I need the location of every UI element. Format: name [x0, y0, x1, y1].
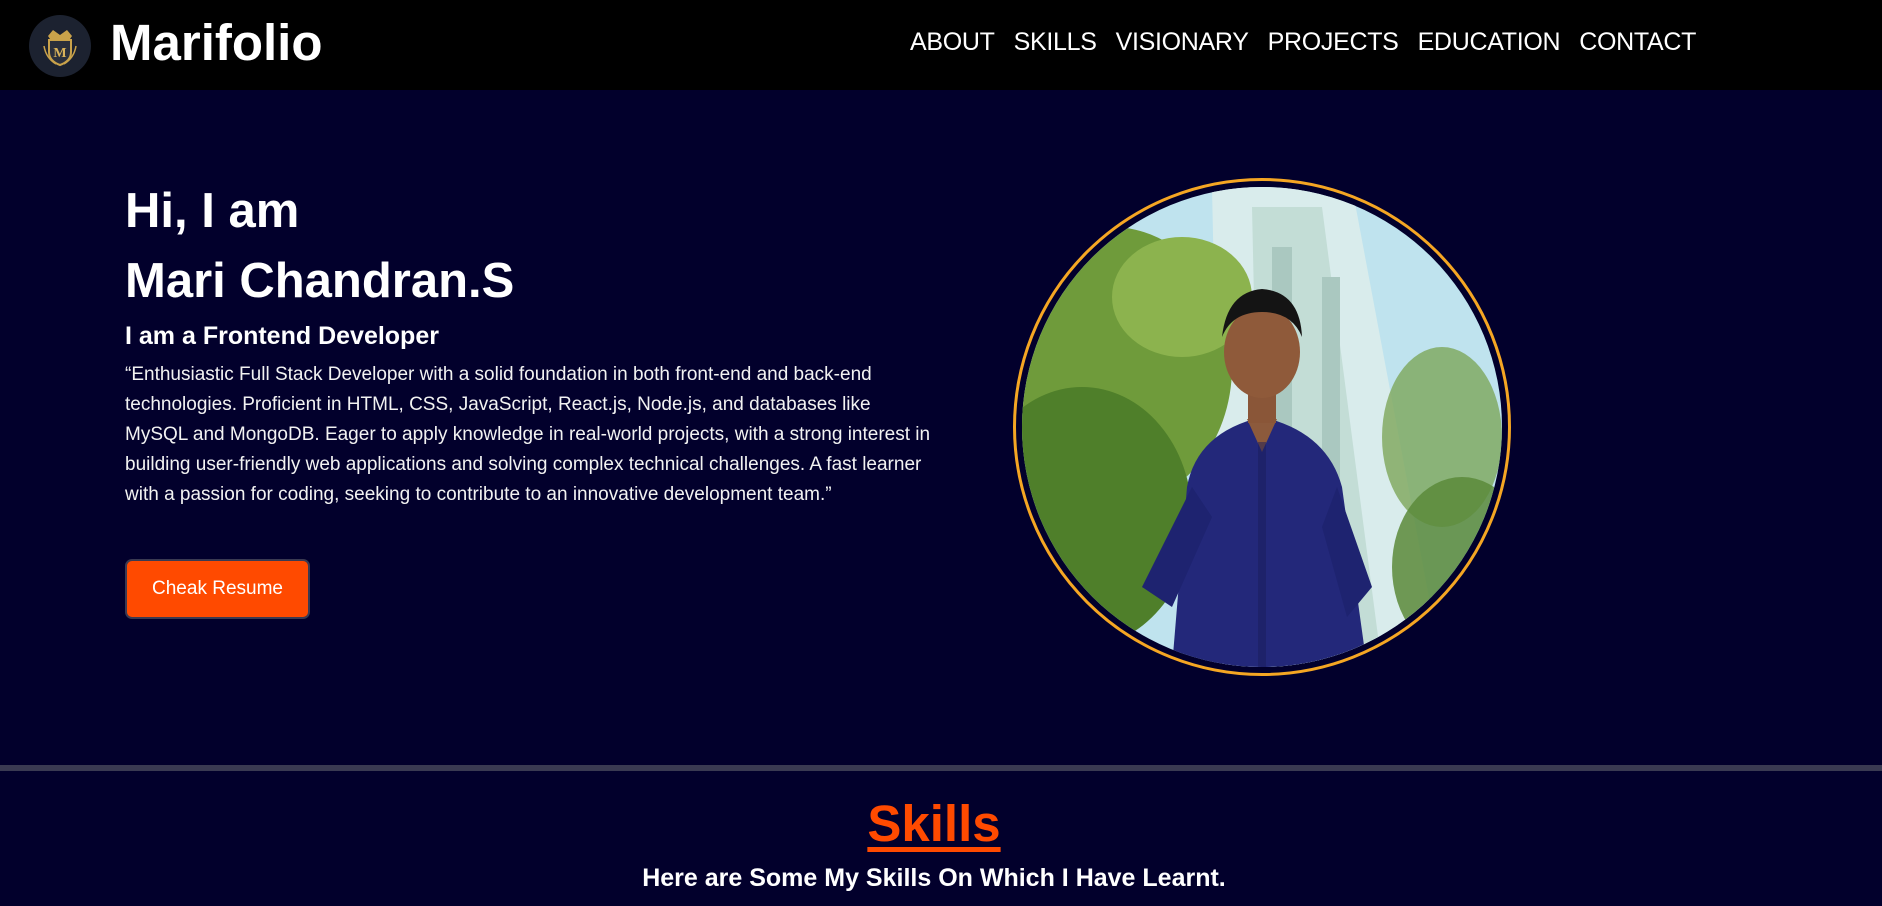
logo-badge[interactable]: M — [29, 15, 91, 77]
hero-role: I am a Frontend Developer — [125, 322, 439, 350]
skills-subtitle: Here are Some My Skills On Which I Have … — [642, 864, 1226, 892]
hero-greeting: Hi, I am — [125, 184, 300, 238]
skills-title: Skills — [867, 795, 1001, 852]
crown-shield-icon: M — [43, 30, 77, 67]
nav-skills[interactable]: SKILLS — [1014, 24, 1097, 60]
nav-visionary[interactable]: VISIONARY — [1116, 24, 1249, 60]
nav-projects[interactable]: PROJECTS — [1268, 24, 1399, 60]
logo-letter: M — [53, 46, 66, 61]
profile-photo-frame — [1013, 178, 1511, 676]
nav-education[interactable]: EDUCATION — [1418, 24, 1561, 60]
hero-bio: “Enthusiastic Full Stack Developer with … — [125, 364, 931, 505]
section-divider — [0, 765, 1882, 771]
nav-about[interactable]: ABOUT — [910, 24, 995, 60]
profile-photo — [1022, 187, 1502, 667]
main-nav: ABOUT SKILLS VISIONARY PROJECTS EDUCATIO… — [910, 24, 1696, 60]
top-navbar: M Marifolio ABOUT SKILLS VISIONARY PROJE… — [0, 0, 1882, 90]
nav-contact[interactable]: CONTACT — [1579, 24, 1696, 60]
brand-name[interactable]: Marifolio — [110, 12, 323, 74]
check-resume-button[interactable]: Cheak Resume — [125, 559, 310, 619]
hero-name: Mari Chandran.S — [125, 254, 515, 308]
